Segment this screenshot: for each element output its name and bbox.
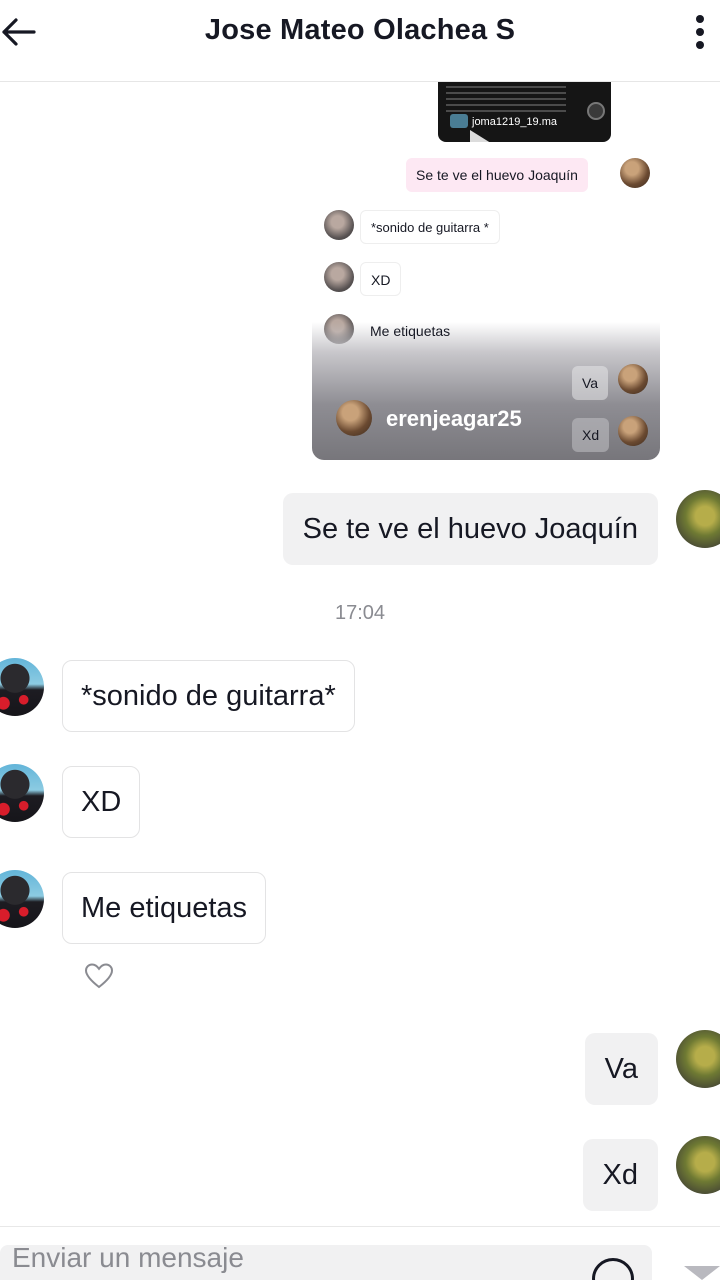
shared-avatar: [620, 158, 650, 188]
shared-msg-out-2: Va: [572, 366, 609, 400]
message-incoming[interactable]: Me etiquetas: [62, 872, 267, 944]
send-icon[interactable]: [684, 1266, 720, 1280]
video-avatar-icon: [450, 114, 468, 128]
my-avatar[interactable]: [676, 1136, 720, 1194]
message-outgoing[interactable]: Se te ve el huevo Joaquín: [282, 493, 658, 565]
contact-avatar[interactable]: [0, 870, 44, 928]
shared-avatar: [618, 364, 648, 394]
more-vertical-icon: [696, 15, 704, 49]
shared-msg-in-2: XD: [360, 262, 402, 296]
shared-msg-out-1: Se te ve el huevo Joaquín: [406, 158, 588, 192]
shared-msg-in-1: *sonido de guitarra *: [360, 210, 500, 244]
shared-video-thumbnail: joma1219_19.ma: [438, 82, 611, 142]
chat-header: Jose Mateo Olachea S: [0, 0, 720, 82]
shared-screenshot[interactable]: joma1219_19.ma Se te ve el huevo Joaquín…: [312, 82, 660, 460]
shared-avatar: [324, 262, 354, 292]
shared-msg-in-3: Me etiquetas: [370, 323, 451, 339]
message-incoming[interactable]: *sonido de guitarra*: [62, 660, 355, 732]
more-options-button[interactable]: [692, 12, 708, 52]
message-outgoing[interactable]: Va: [584, 1033, 658, 1105]
shared-avatar: [324, 210, 354, 240]
shared-user-tag: erenjeagar25: [386, 406, 522, 431]
heart-icon[interactable]: [84, 962, 114, 990]
chat-title: Jose Mateo Olachea S: [204, 14, 516, 46]
message-timestamp: 17:04: [334, 602, 386, 624]
message-input-placeholder: Enviar un mensaje: [12, 1242, 244, 1273]
contact-avatar[interactable]: [0, 764, 44, 822]
shared-user-avatar: [336, 400, 372, 436]
contact-avatar[interactable]: [0, 658, 44, 716]
my-avatar[interactable]: [676, 490, 720, 548]
message-outgoing[interactable]: Xd: [582, 1139, 658, 1211]
message-incoming[interactable]: XD: [62, 766, 141, 838]
video-caption-lines: [446, 86, 566, 112]
video-badge-icon: [587, 102, 605, 120]
shared-msg-out-3: Xd: [572, 418, 610, 452]
video-handle: joma1219_19.ma: [472, 116, 558, 128]
my-avatar[interactable]: [676, 1030, 720, 1088]
shared-avatar: [618, 416, 648, 446]
